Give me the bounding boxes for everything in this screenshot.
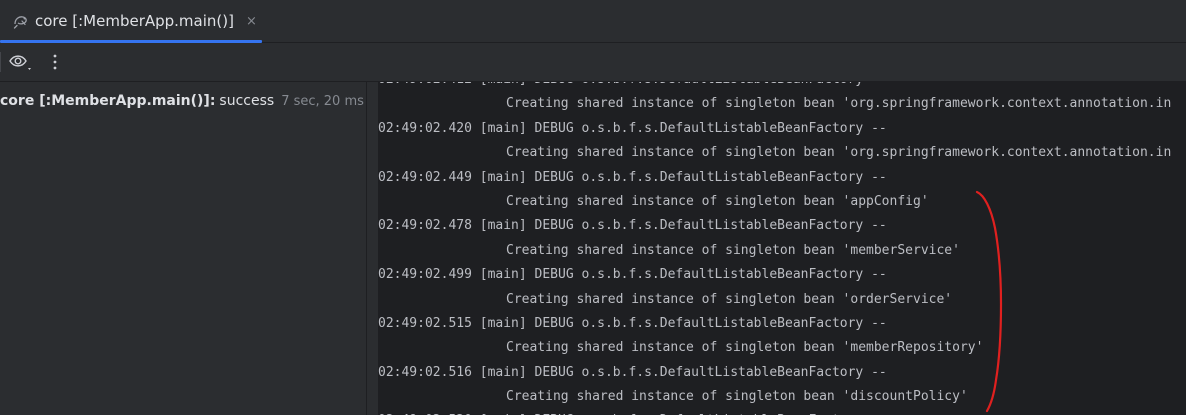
console-line: Creating shared instance of singleton be… <box>506 145 1172 161</box>
console-line: Creating shared instance of singleton be… <box>506 96 1172 112</box>
console-line: 02:49:02.420 [main] DEBUG o.s.b.f.s.Defa… <box>378 120 887 136</box>
console-line: Creating shared instance of singleton be… <box>506 389 968 405</box>
toolbar-separator <box>0 52 1 72</box>
log-lines: 02:49:02.412 [main] DEBUG o.s.b.f.s.Defa… <box>378 82 1171 415</box>
tab-close-icon[interactable]: × <box>246 14 257 29</box>
run-status: success <box>219 93 275 109</box>
console-line: 02:49:02.499 [main] DEBUG o.s.b.f.s.Defa… <box>378 267 887 283</box>
console-line: 02:49:02.449 [main] DEBUG o.s.b.f.s.Defa… <box>378 169 887 185</box>
run-toolbar <box>0 43 1186 82</box>
run-tree-panel: core [:MemberApp.main()]: success 7 sec,… <box>0 82 366 415</box>
run-config-icon <box>12 12 30 30</box>
run-tree-item[interactable]: core [:MemberApp.main()]: success 7 sec,… <box>0 90 364 112</box>
console-output[interactable]: 02:49:02.412 [main] DEBUG o.s.b.f.s.Defa… <box>378 82 1186 415</box>
tab-label: core [:MemberApp.main()] <box>35 12 234 30</box>
console-line: Creating shared instance of singleton be… <box>506 340 984 356</box>
console-line: 02:49:02.412 [main] DEBUG o.s.b.f.s.Defa… <box>378 82 1171 92</box>
tab-run-configuration[interactable]: core [:MemberApp.main()] × <box>0 0 262 43</box>
run-duration: 7 sec, 20 ms <box>281 93 364 109</box>
more-vertical-icon[interactable] <box>47 51 63 73</box>
console-line: 02:49:02.520 [main] DEBUG o.s.b.f.s.Defa… <box>378 409 1171 415</box>
console-line: Creating shared instance of singleton be… <box>506 193 929 209</box>
eye-icon[interactable] <box>8 51 34 73</box>
console-line: 02:49:02.516 [main] DEBUG o.s.b.f.s.Defa… <box>378 364 887 380</box>
console-line: 02:49:02.478 [main] DEBUG o.s.b.f.s.Defa… <box>378 218 887 234</box>
console-line: Creating shared instance of singleton be… <box>506 242 960 258</box>
console-line: 02:49:02.515 [main] DEBUG o.s.b.f.s.Defa… <box>378 315 887 331</box>
tab-bar: core [:MemberApp.main()] × <box>0 0 1186 43</box>
run-tree-item-name: core [:MemberApp.main()]: <box>0 93 216 109</box>
panel-splitter[interactable] <box>366 82 378 415</box>
console-line: Creating shared instance of singleton be… <box>506 291 953 307</box>
run-tool-window: core [:MemberApp.main()] × core [:Member… <box>0 0 1186 415</box>
